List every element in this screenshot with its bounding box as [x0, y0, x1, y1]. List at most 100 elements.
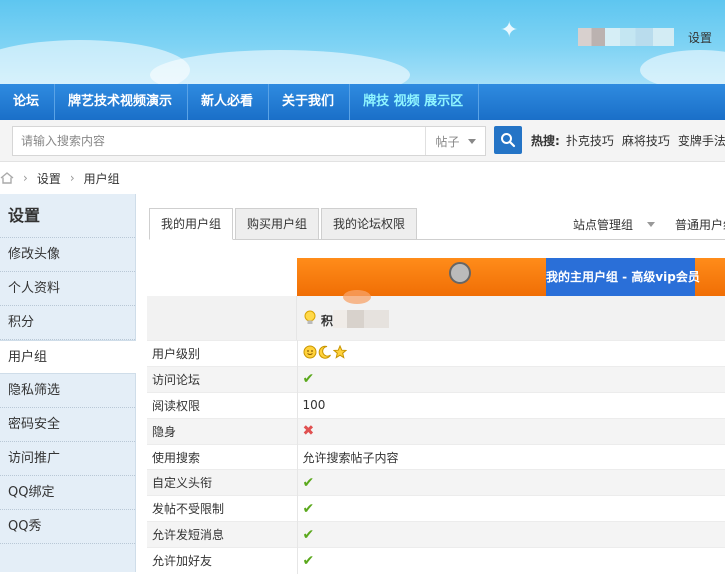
permission-label: 访问论坛 [147, 365, 298, 393]
search-type-label: 帖子 [435, 134, 460, 149]
breadcrumb-usergroup: 用户组 [83, 171, 120, 186]
sidebar-item-qq-bind[interactable]: QQ绑定 [0, 476, 135, 510]
breadcrumb-separator-icon: › [23, 171, 28, 185]
table-row: 访问论坛 ✔ [147, 365, 725, 393]
hot-search-label: 热搜: [531, 134, 560, 148]
user-area: 设置 [578, 28, 712, 46]
nav-item-newbie[interactable]: 新人必看 [188, 84, 270, 120]
star-decoration-icon: ✦ [500, 18, 519, 43]
cloud-decoration [640, 50, 725, 84]
tab-my-usergroup[interactable]: 我的用户组 [149, 208, 234, 240]
sidebar-item-promotion[interactable]: 访问推广 [0, 442, 135, 476]
table-row: 阅读权限 100 [147, 391, 725, 419]
table-row: 用户级别 [147, 340, 725, 367]
search-button[interactable] [494, 126, 522, 154]
table-row: 允许发短消息 ✔ [147, 521, 725, 548]
search-box: 帖子 [12, 126, 486, 156]
table-row: 自定义头衔 ✔ [147, 469, 725, 496]
table-row: 使用搜索 允许搜索帖子内容 [147, 443, 725, 470]
sidebar-item-usergroup[interactable]: 用户组 [0, 340, 136, 374]
empty-cell [147, 296, 297, 340]
group-name: 积 [321, 314, 334, 328]
permission-value-post-unlimited: ✔ [297, 495, 725, 522]
normal-user-group-select[interactable]: 普通用户组 [675, 216, 725, 233]
user-level-icons [303, 344, 347, 359]
permission-value-visit-forum: ✔ [297, 365, 725, 393]
site-admin-group-select[interactable]: 站点管理组 [573, 216, 633, 233]
main-usergroup-label: 我的主用户组 - 高级vip会员 [546, 258, 700, 296]
nav-item-forum[interactable]: 论坛 [0, 84, 56, 120]
group-badge-icon [449, 262, 471, 284]
hot-search-link[interactable]: 麻将技巧 [622, 132, 670, 149]
permission-label: 阅读权限 [147, 391, 298, 419]
sidebar-item-privacy[interactable]: 隐私筛选 [0, 374, 135, 408]
table-row: 隐身 ✖ [147, 417, 725, 445]
home-icon[interactable] [0, 172, 14, 184]
search-input[interactable] [13, 127, 425, 155]
check-icon: ✔ [302, 552, 315, 569]
permission-value-send-message: ✔ [297, 521, 725, 548]
check-icon: ✔ [302, 526, 315, 543]
breadcrumb-separator-icon: › [69, 171, 75, 185]
permission-label: 发帖不受限制 [147, 495, 298, 522]
nav-item-showcase[interactable]: 牌技 视频 展示区 [350, 84, 480, 120]
permission-label: 允许发短消息 [147, 521, 298, 548]
blurred-decoration [343, 290, 371, 304]
permission-value-user-level [297, 340, 725, 367]
breadcrumb: › 设置 › 用户组 [0, 163, 725, 193]
permission-text: 允许搜索帖子内容 [302, 450, 399, 465]
hot-search-link[interactable]: 扑克技巧 [566, 132, 614, 149]
permission-value-use-search: 允许搜索帖子内容 [297, 443, 725, 470]
chevron-down-icon [647, 222, 656, 227]
check-icon: ✔ [302, 474, 315, 491]
settings-sidebar: 设置 修改头像 个人资料 积分 用户组 隐私筛选 密码安全 访问推广 QQ绑定 … [0, 194, 136, 572]
permission-table: 用户级别 访问论坛 ✔ 阅读权限 100 隐身 ✖ 使用搜索 允许搜索帖子内容 自定义头衔 ✔ 发帖不… [147, 340, 725, 574]
search-bar: 帖子 热搜: 扑克技巧 麻将技巧 变牌手法 [0, 120, 725, 162]
sidebar-title: 设置 [0, 194, 135, 238]
moon-icon [318, 345, 331, 359]
permission-value-invisible: ✖ [297, 417, 725, 445]
table-row: 发帖不受限制 ✔ [147, 495, 725, 522]
lightbulb-icon [304, 310, 316, 324]
check-icon: ✔ [302, 500, 315, 517]
permission-value-custom-title: ✔ [297, 469, 725, 496]
search-type-select[interactable]: 帖子 [425, 127, 485, 155]
search-icon [501, 133, 516, 148]
header-banner: ✦ 设置 [0, 0, 725, 84]
permission-label: 允许加好友 [147, 547, 298, 574]
permission-label: 使用搜索 [147, 443, 298, 470]
check-icon: ✔ [302, 371, 315, 388]
sidebar-item-profile[interactable]: 个人资料 [0, 272, 135, 306]
hot-search: 热搜: 扑克技巧 麻将技巧 变牌手法 [531, 132, 725, 149]
blurred-username [578, 28, 674, 46]
sidebar-item-avatar[interactable]: 修改头像 [0, 238, 135, 272]
permission-value-add-friend: ✔ [297, 547, 725, 574]
tab-buy-usergroup[interactable]: 购买用户组 [235, 208, 320, 240]
permission-label: 自定义头衔 [147, 469, 298, 496]
tab-forum-permissions[interactable]: 我的论坛权限 [321, 208, 418, 240]
group-name-row: 积 [147, 290, 725, 340]
permission-label: 隐身 [147, 417, 298, 445]
chevron-down-icon [467, 138, 476, 144]
permission-label: 用户级别 [147, 340, 298, 367]
tabs: 我的用户组 购买用户组 我的论坛权限 [149, 208, 419, 240]
blurred-group-name [333, 310, 389, 328]
hot-search-link[interactable]: 变牌手法 [678, 132, 725, 149]
main-nav: 论坛 牌艺技术视频演示 新人必看 关于我们 牌技 视频 展示区 [0, 84, 725, 120]
nav-item-video-demo[interactable]: 牌艺技术视频演示 [55, 84, 189, 120]
permission-text: 100 [302, 398, 326, 413]
permission-value-read-permission: 100 [297, 391, 725, 419]
group-selects: 站点管理组 普通用户组 [573, 216, 725, 233]
nav-item-about[interactable]: 关于我们 [269, 84, 351, 120]
cross-icon: ✖ [302, 423, 315, 440]
sidebar-item-credits[interactable]: 积分 [0, 306, 135, 340]
settings-link[interactable]: 设置 [688, 29, 712, 46]
breadcrumb-settings[interactable]: 设置 [37, 170, 61, 187]
sun-icon [303, 345, 316, 359]
cloud-decoration [150, 50, 410, 84]
table-row: 允许加好友 ✔ [147, 547, 725, 574]
star-icon [332, 344, 347, 359]
sidebar-item-qq-show[interactable]: QQ秀 [0, 510, 135, 544]
main-content: 我的用户组 购买用户组 我的论坛权限 站点管理组 普通用户组 我的主用户组 - … [137, 194, 725, 574]
sidebar-item-password[interactable]: 密码安全 [0, 408, 135, 442]
